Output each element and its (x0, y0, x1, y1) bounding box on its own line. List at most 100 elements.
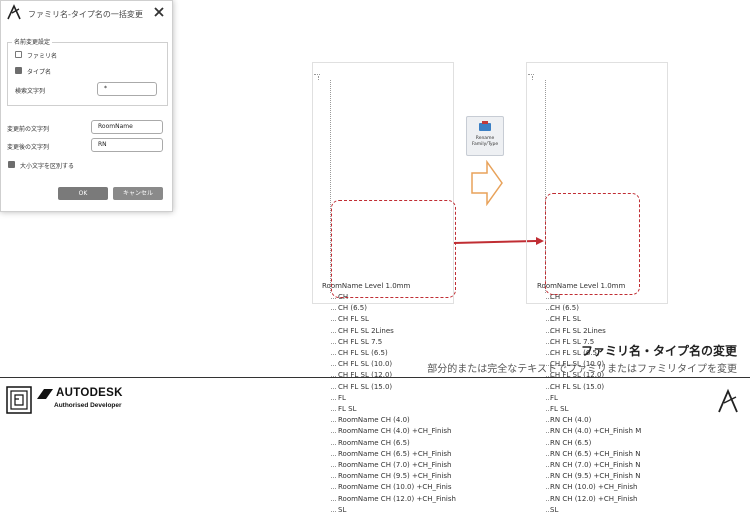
tree-item[interactable]: CH FL SL (338, 315, 369, 323)
tree-connector (331, 499, 336, 501)
tree-item[interactable]: RN CH (12.0) +CH_Finish (550, 495, 637, 503)
tree-connector (331, 410, 336, 411)
tree-item[interactable]: RoomName CH (7.0) +CH_Finish (338, 461, 451, 469)
tree-connector (546, 454, 551, 456)
tree-connector (331, 298, 336, 299)
slide-title: ファミリ名・タイプ名の変更 (580, 344, 737, 358)
tree-connector (546, 309, 551, 311)
tree-item[interactable]: CH FL SL 2Lines (550, 327, 606, 335)
search-input[interactable]: * (97, 82, 157, 96)
tree-item[interactable]: CH (6.5) (550, 304, 579, 312)
rename-tool-label-1: Rename (475, 136, 495, 141)
search-label: 検索文字列 (15, 88, 46, 95)
tree-connector (546, 477, 551, 479)
tree-item[interactable]: CH FL SL (15.0) (550, 383, 604, 391)
tree-connector (331, 443, 336, 445)
tree-item[interactable]: FL SL (338, 405, 357, 413)
tree-item[interactable]: FL SL (550, 405, 569, 413)
autodesk-badge-icon (6, 386, 32, 414)
ok-button[interactable]: OK (58, 187, 108, 200)
family-name-radio[interactable] (15, 51, 22, 58)
tree-connector (331, 488, 336, 490)
case-sensitive-label: 大小文字を区別する (20, 163, 75, 170)
autodesk-brand: AUTODESK (56, 387, 123, 399)
tree-item[interactable]: RoomName CH (6.5) (338, 439, 410, 447)
tree-connector (546, 488, 551, 490)
tree-connector (546, 466, 551, 467)
tree-connector (546, 342, 551, 344)
slide-subtitle: 部分的または完全なテキストでファミリまたはファミリタイプを変更 (427, 364, 737, 375)
after-label: 変更後の文字列 (7, 144, 50, 151)
tree-item[interactable]: RoomName CH (6.5) +CH_Finish (338, 450, 451, 458)
tree-item[interactable]: RoomName CH (10.0) +CH_Finis (338, 483, 451, 491)
tree-connector (331, 342, 336, 344)
tree-connector (331, 477, 336, 479)
tree-connector (331, 365, 336, 367)
tree-connector (546, 410, 551, 411)
close-icon[interactable] (153, 6, 165, 18)
type-name-radio[interactable] (15, 67, 22, 74)
dialog-title: ファミリ名-タイプ名の一括変更 (28, 10, 143, 19)
tree-connector (546, 298, 551, 299)
tree-item[interactable]: FL (550, 394, 558, 402)
right-highlight-box (545, 193, 640, 295)
tree-connector (331, 387, 336, 389)
tree-item[interactable]: CH FL SL (12.0) (338, 371, 392, 379)
tree-connector (546, 320, 551, 322)
family-name-label: ファミリ名 (27, 53, 58, 60)
tree-connector (331, 432, 336, 434)
tree-item[interactable]: RN CH (9.5) +CH_Finish N (550, 472, 640, 480)
type-name-label: タイプ名 (27, 69, 52, 76)
app-logo-icon (7, 4, 21, 20)
tree-item[interactable]: RN CH (6.5) +CH_Finish N (550, 450, 640, 458)
autodesk-subtitle: Authorised Developer (54, 402, 122, 409)
footer-divider (0, 377, 750, 378)
tree-item[interactable]: RN CH (7.0) +CH_Finish N (550, 461, 640, 469)
rename-tool-icon (479, 121, 491, 131)
tree-item[interactable]: CH (6.5) (338, 304, 367, 312)
tree-item[interactable]: FL (338, 394, 346, 402)
tree-connector (546, 443, 551, 445)
tree-item[interactable]: RN CH (10.0) +CH_Finish (550, 483, 637, 491)
tree-item[interactable]: RN CH (6.5) (550, 439, 591, 447)
tree-connector (331, 466, 336, 467)
tree-connector (546, 432, 551, 434)
cancel-button[interactable]: キャンセル (113, 187, 163, 200)
tree-item[interactable]: SL (550, 506, 558, 514)
tree-item[interactable]: RoomName CH (4.0) +CH_Finish (338, 427, 451, 435)
group-title: 名前変更設定 (12, 37, 53, 46)
tree-connector (331, 354, 336, 355)
tree-item[interactable]: CH FL SL (550, 315, 581, 323)
tree-connector (331, 454, 336, 456)
tree-item[interactable]: CH FL SL 7.5 (338, 338, 382, 346)
tree-connector (546, 331, 551, 333)
rename-tool-label-2: Family/Type (471, 142, 499, 147)
tree-connector (331, 510, 336, 512)
tree-item[interactable]: RN CH (4.0) +CH_Finish M (550, 427, 641, 435)
tree-item[interactable]: SL (338, 506, 346, 514)
tree-connector (331, 320, 336, 322)
tree-connector (546, 398, 551, 400)
before-input[interactable]: RoomName (91, 120, 163, 134)
tree-connector (331, 309, 336, 311)
tree-connector (546, 387, 551, 389)
case-sensitive-checkbox[interactable] (8, 161, 15, 168)
tree-connector (546, 499, 551, 501)
tree-item[interactable]: CH FL SL (10.0) (338, 360, 392, 368)
tree-item[interactable]: RoomName CH (9.5) +CH_Finish (338, 472, 451, 480)
hollow-arrow-icon (471, 160, 503, 206)
tree-item[interactable]: CH FL SL 2Lines (338, 327, 394, 335)
tree-item[interactable]: CH FL SL (15.0) (338, 383, 392, 391)
tree-connector (546, 510, 551, 512)
tree-item[interactable]: RN CH (4.0) (550, 416, 591, 424)
tree-item[interactable]: RoomName CH (4.0) (338, 416, 410, 424)
tree-connector (546, 354, 551, 355)
after-input[interactable]: RN (91, 138, 163, 152)
tree-item[interactable]: CH FL SL (6.5) (338, 349, 388, 357)
autodesk-logo-icon (37, 389, 53, 399)
brand-logo-icon (718, 388, 738, 413)
rename-dialog: ファミリ名-タイプ名の一括変更 名前変更設定 ファミリ名 タイプ名 検索文字列 … (0, 0, 173, 212)
tree-item[interactable]: RoomName CH (12.0) +CH_Finish (338, 495, 456, 503)
rename-tool-button[interactable]: Rename Family/Type (466, 116, 504, 156)
tree-connector (331, 398, 336, 400)
